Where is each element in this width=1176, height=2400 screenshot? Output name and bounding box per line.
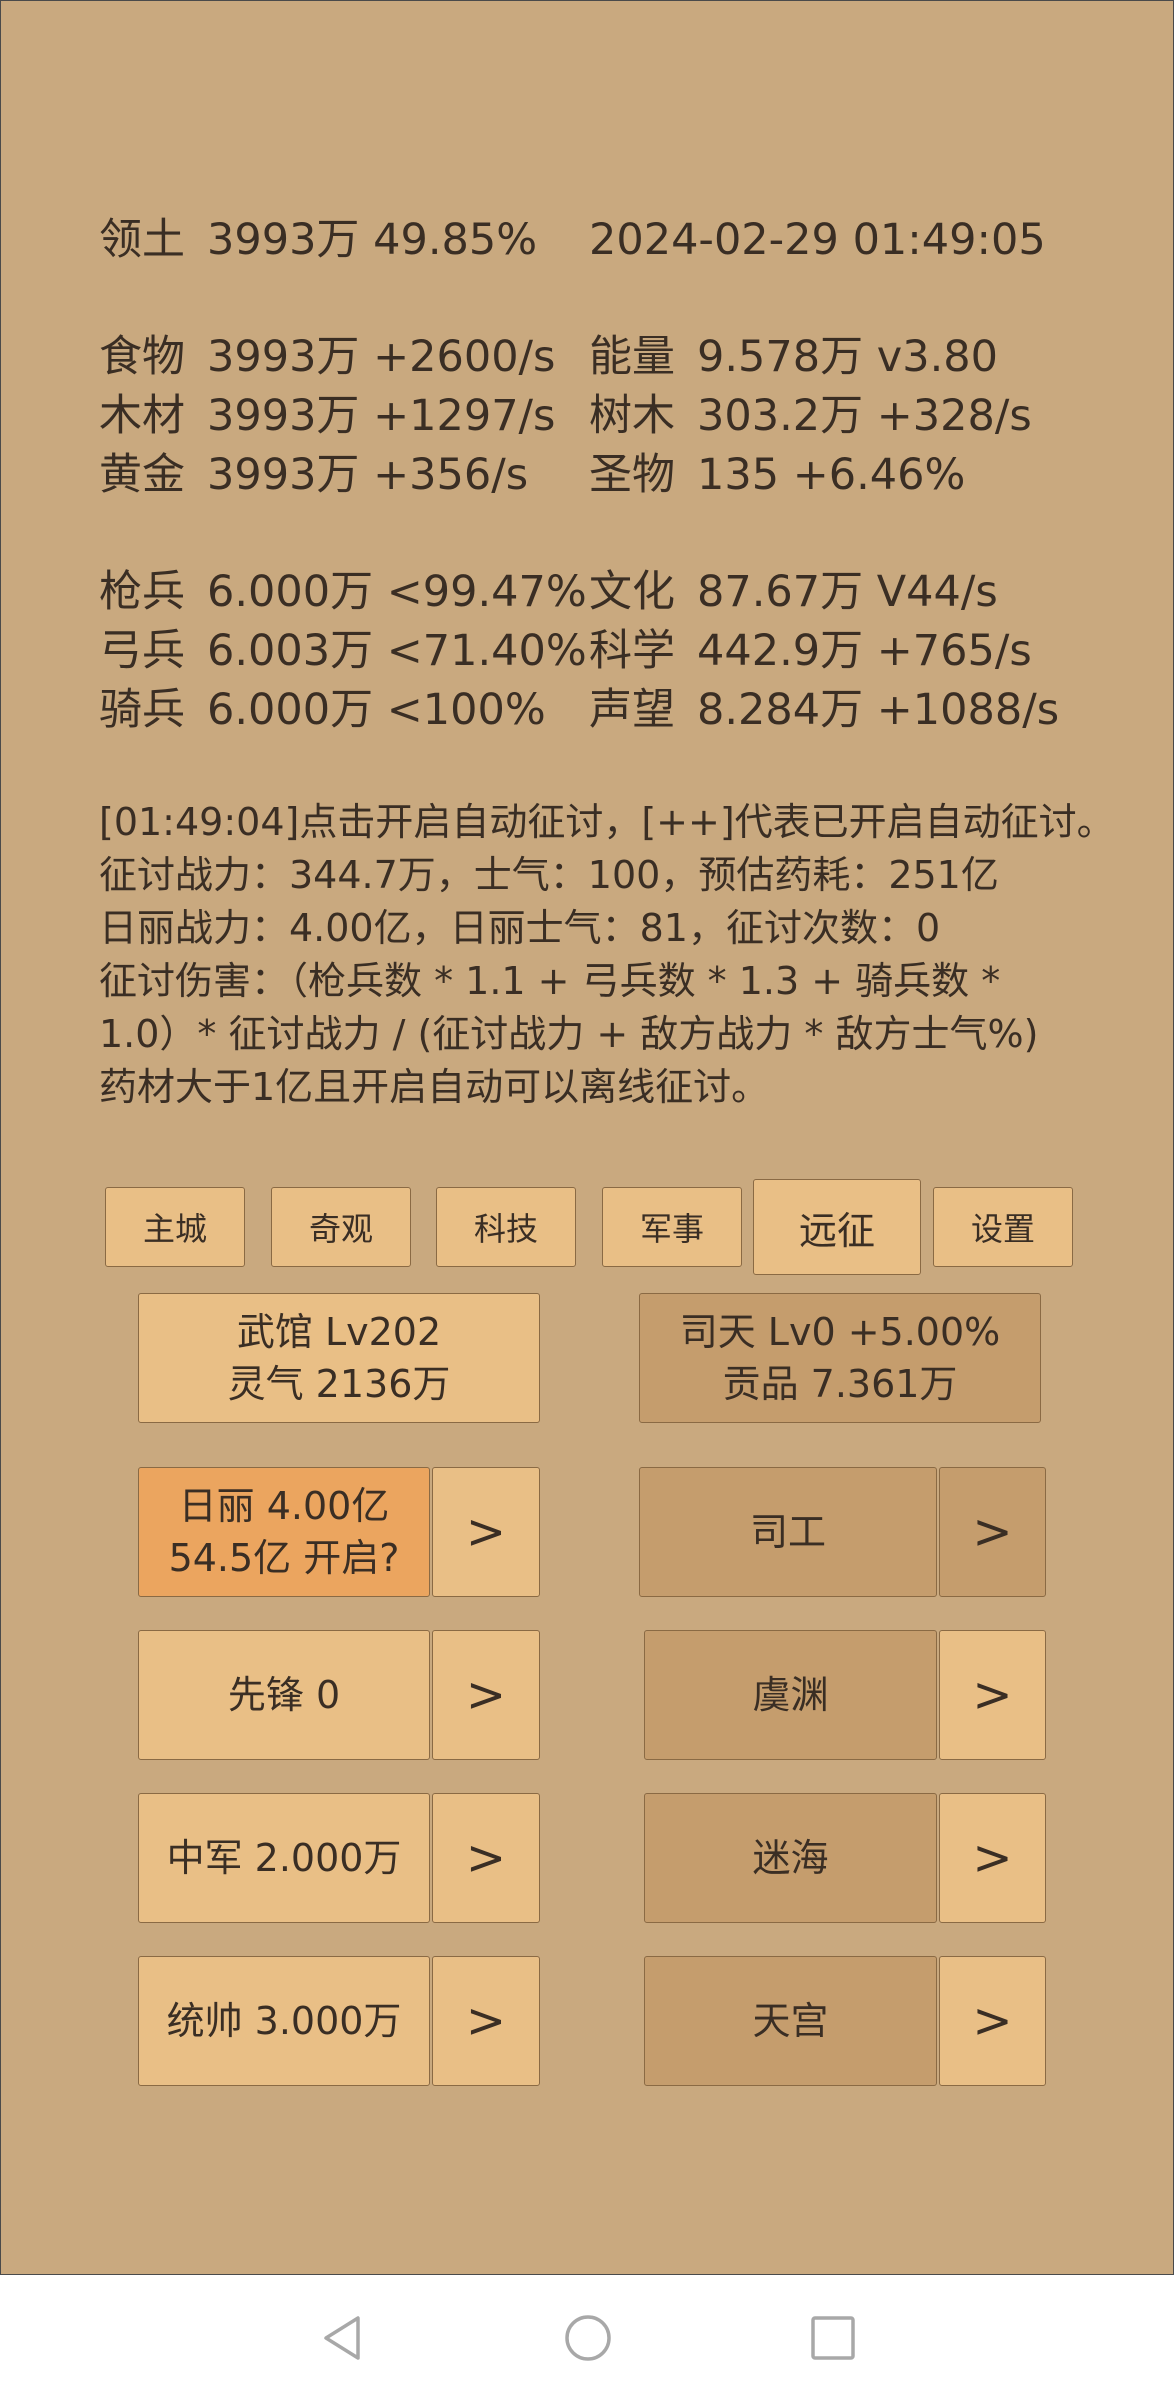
tab-expedition[interactable]: 远征 (753, 1179, 921, 1275)
stat-science: 科学 442.9万 +765/s (589, 626, 1032, 676)
info-line: 征讨战力：344.7万，士气：100，预估药耗：251亿 (99, 853, 999, 897)
territory-value: 3993万 49.85% (207, 215, 538, 265)
info-line: 征讨伤害：（枪兵数 * 1.1 + 弓兵数 * 1.3 + 骑兵数 * (99, 959, 1001, 1003)
vanguard-button[interactable]: 先锋 0 (138, 1630, 430, 1760)
sigong-button[interactable]: 司工 (639, 1467, 937, 1597)
unit-archers: 弓兵 6.003万 <71.40% (99, 626, 587, 676)
sigong-arrow-button[interactable]: > (939, 1467, 1046, 1597)
vanguard-arrow-button[interactable]: > (432, 1630, 540, 1760)
tab-settings[interactable]: 设置 (933, 1187, 1073, 1267)
stat-culture: 文化 87.67万 V44/s (589, 567, 998, 617)
yuyuan-arrow-button[interactable]: > (939, 1630, 1046, 1760)
info-line: 药材大于1亿且开启自动可以离线征讨。 (99, 1065, 770, 1109)
mihai-button[interactable]: 迷海 (644, 1793, 937, 1923)
stat-prestige: 声望 8.284万 +1088/s (589, 685, 1060, 735)
unit-spearmen: 枪兵 6.000万 <99.47% (99, 567, 587, 617)
tiangong-arrow-button[interactable]: > (939, 1956, 1046, 2086)
resource-wood: 木材 3993万 +1297/s (99, 391, 556, 441)
central-army-button[interactable]: 中军 2.000万 (138, 1793, 430, 1923)
tiangong-button[interactable]: 天宫 (644, 1956, 937, 2086)
mihai-arrow-button[interactable]: > (939, 1793, 1046, 1923)
sitian-button[interactable]: 司天 Lv0 +5.00% 贡品 7.361万 (639, 1293, 1041, 1423)
info-line[interactable]: [01:49:04]点击开启自动征讨，[++]代表已开启自动征讨。 (99, 796, 1115, 849)
territory-label: 领土 (99, 215, 185, 265)
tab-military[interactable]: 军事 (602, 1187, 742, 1267)
tab-wonders[interactable]: 奇观 (271, 1187, 411, 1267)
territory-stat: 领土 3993万 49.85% (99, 219, 537, 262)
game-screen: 领土 3993万 49.85% 2024-02-29 01:49:05 食物 399… (0, 0, 1174, 2275)
commander-arrow-button[interactable]: > (432, 1956, 540, 2086)
back-icon[interactable] (318, 2314, 366, 2362)
wuguan-button[interactable]: 武馆 Lv202 灵气 2136万 (138, 1293, 540, 1423)
resource-energy: 能量 9.578万 v3.80 (589, 332, 998, 382)
rili-button[interactable]: 日丽 4.00亿 54.5亿 开启? (138, 1467, 430, 1597)
info-line: 1.0）* 征讨战力 / (征讨战力 + 敌方战力 * 敌方士气%) (99, 1012, 1039, 1056)
resource-relics: 圣物 135 +6.46% (589, 450, 966, 500)
system-nav-bar (0, 2277, 1176, 2400)
resource-trees: 树木 303.2万 +328/s (589, 391, 1032, 441)
info-line: 日丽战力：4.00亿，日丽士气：81，征讨次数：0 (99, 906, 941, 950)
resource-gold: 黄金 3993万 +356/s (99, 450, 529, 500)
unit-cavalry: 骑兵 6.000万 <100% (99, 685, 546, 735)
yuyuan-button[interactable]: 虞渊 (644, 1630, 937, 1760)
central-army-arrow-button[interactable]: > (432, 1793, 540, 1923)
datetime: 2024-02-29 01:49:05 (589, 215, 1046, 265)
expedition-info: [01:49:04]点击开启自动征讨，[++]代表已开启自动征讨。 征讨战力：3… (99, 796, 1115, 1114)
tab-tech[interactable]: 科技 (436, 1187, 576, 1267)
commander-button[interactable]: 统帅 3.000万 (138, 1956, 430, 2086)
recents-icon[interactable] (809, 2314, 857, 2362)
rili-arrow-button[interactable]: > (432, 1467, 540, 1597)
tab-main-city[interactable]: 主城 (105, 1187, 245, 1267)
home-icon[interactable] (564, 2314, 612, 2362)
resource-food: 食物 3993万 +2600/s (99, 332, 556, 382)
